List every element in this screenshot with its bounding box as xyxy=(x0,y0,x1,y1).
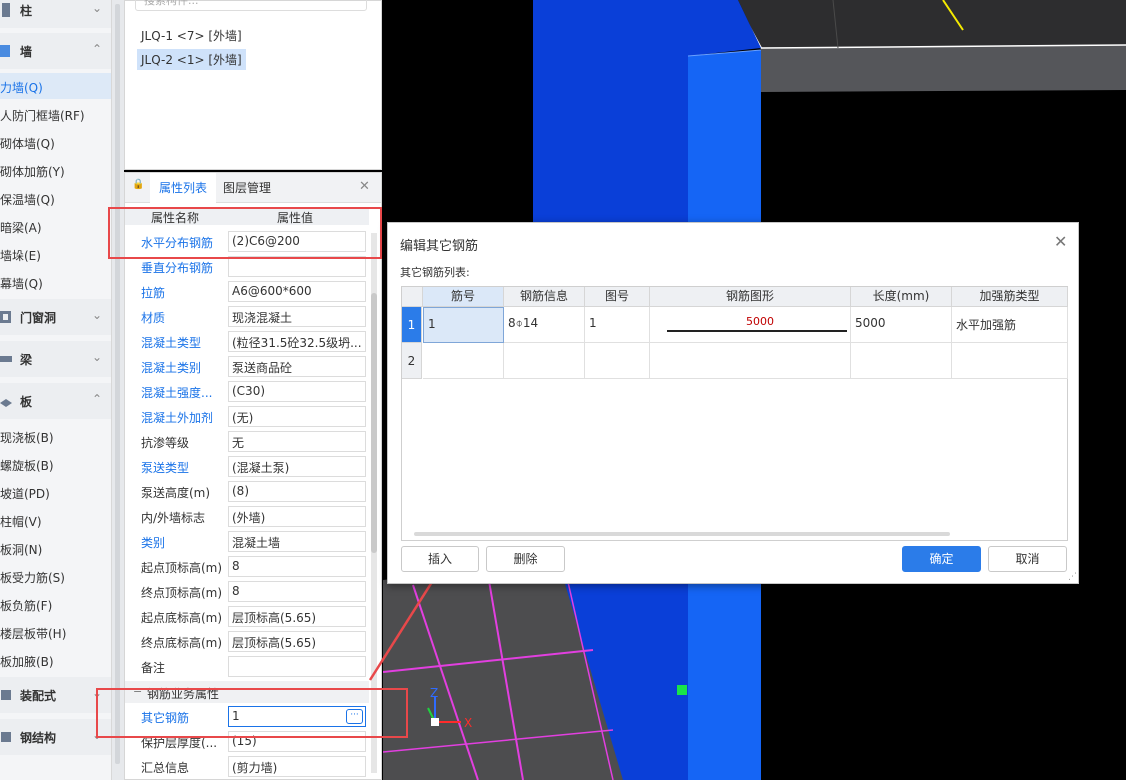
cell-shape-number[interactable]: 1 xyxy=(585,307,650,343)
cancel-button[interactable]: 取消 xyxy=(988,546,1067,572)
ok-button[interactable]: 确定 xyxy=(902,546,981,572)
table-horizontal-scrollbar[interactable] xyxy=(414,532,950,536)
dialog-title: 编辑其它钢筋 xyxy=(400,239,479,254)
cell-rebar-number[interactable]: 1 xyxy=(423,307,504,343)
rebar-shape-line xyxy=(667,330,847,332)
column-header-shape-number[interactable]: 图号 xyxy=(585,287,650,307)
other-rebar-table: 筋号 钢筋信息 图号 钢筋图形 长度(mm) 加强筋类型 1 1 8⌽14 1 … xyxy=(401,286,1068,541)
cell-length[interactable]: 5000 xyxy=(851,307,952,343)
column-header-rebar-number[interactable]: 筋号 xyxy=(423,287,504,307)
row-header-corner xyxy=(402,287,423,307)
insert-button[interactable]: 插入 xyxy=(401,546,479,572)
resize-grip-icon[interactable]: ⋰ xyxy=(1068,572,1077,582)
cell-rebar-number[interactable] xyxy=(423,343,504,379)
cell-rebar-info[interactable]: 8⌽14 xyxy=(504,307,585,343)
shape-dimension-label: 5000 xyxy=(746,315,774,328)
rebar-list-label: 其它钢筋列表: xyxy=(400,266,470,279)
cell-rebar-shape[interactable]: 5000 xyxy=(650,307,851,343)
cell-shape-number[interactable] xyxy=(585,343,650,379)
cell-rebar-shape[interactable] xyxy=(650,343,851,379)
column-header-rebar-shape[interactable]: 钢筋图形 xyxy=(650,287,851,307)
cell-length[interactable] xyxy=(851,343,952,379)
column-header-reinforcement-type[interactable]: 加强筋类型 xyxy=(952,287,1068,307)
column-header-length[interactable]: 长度(mm) xyxy=(851,287,952,307)
close-icon[interactable]: ✕ xyxy=(1054,232,1067,251)
cell-rebar-info[interactable] xyxy=(504,343,585,379)
row-number[interactable]: 2 xyxy=(402,343,422,379)
cell-reinforcement-type[interactable] xyxy=(952,343,1068,379)
column-header-rebar-info[interactable]: 钢筋信息 xyxy=(504,287,585,307)
edit-other-rebar-dialog: 编辑其它钢筋 ✕ 其它钢筋列表: 筋号 钢筋信息 图号 钢筋图形 长度(mm) … xyxy=(387,222,1079,584)
row-number[interactable]: 1 xyxy=(402,307,422,343)
cell-reinforcement-type[interactable]: 水平加强筋 xyxy=(952,307,1068,343)
delete-button[interactable]: 删除 xyxy=(486,546,565,572)
